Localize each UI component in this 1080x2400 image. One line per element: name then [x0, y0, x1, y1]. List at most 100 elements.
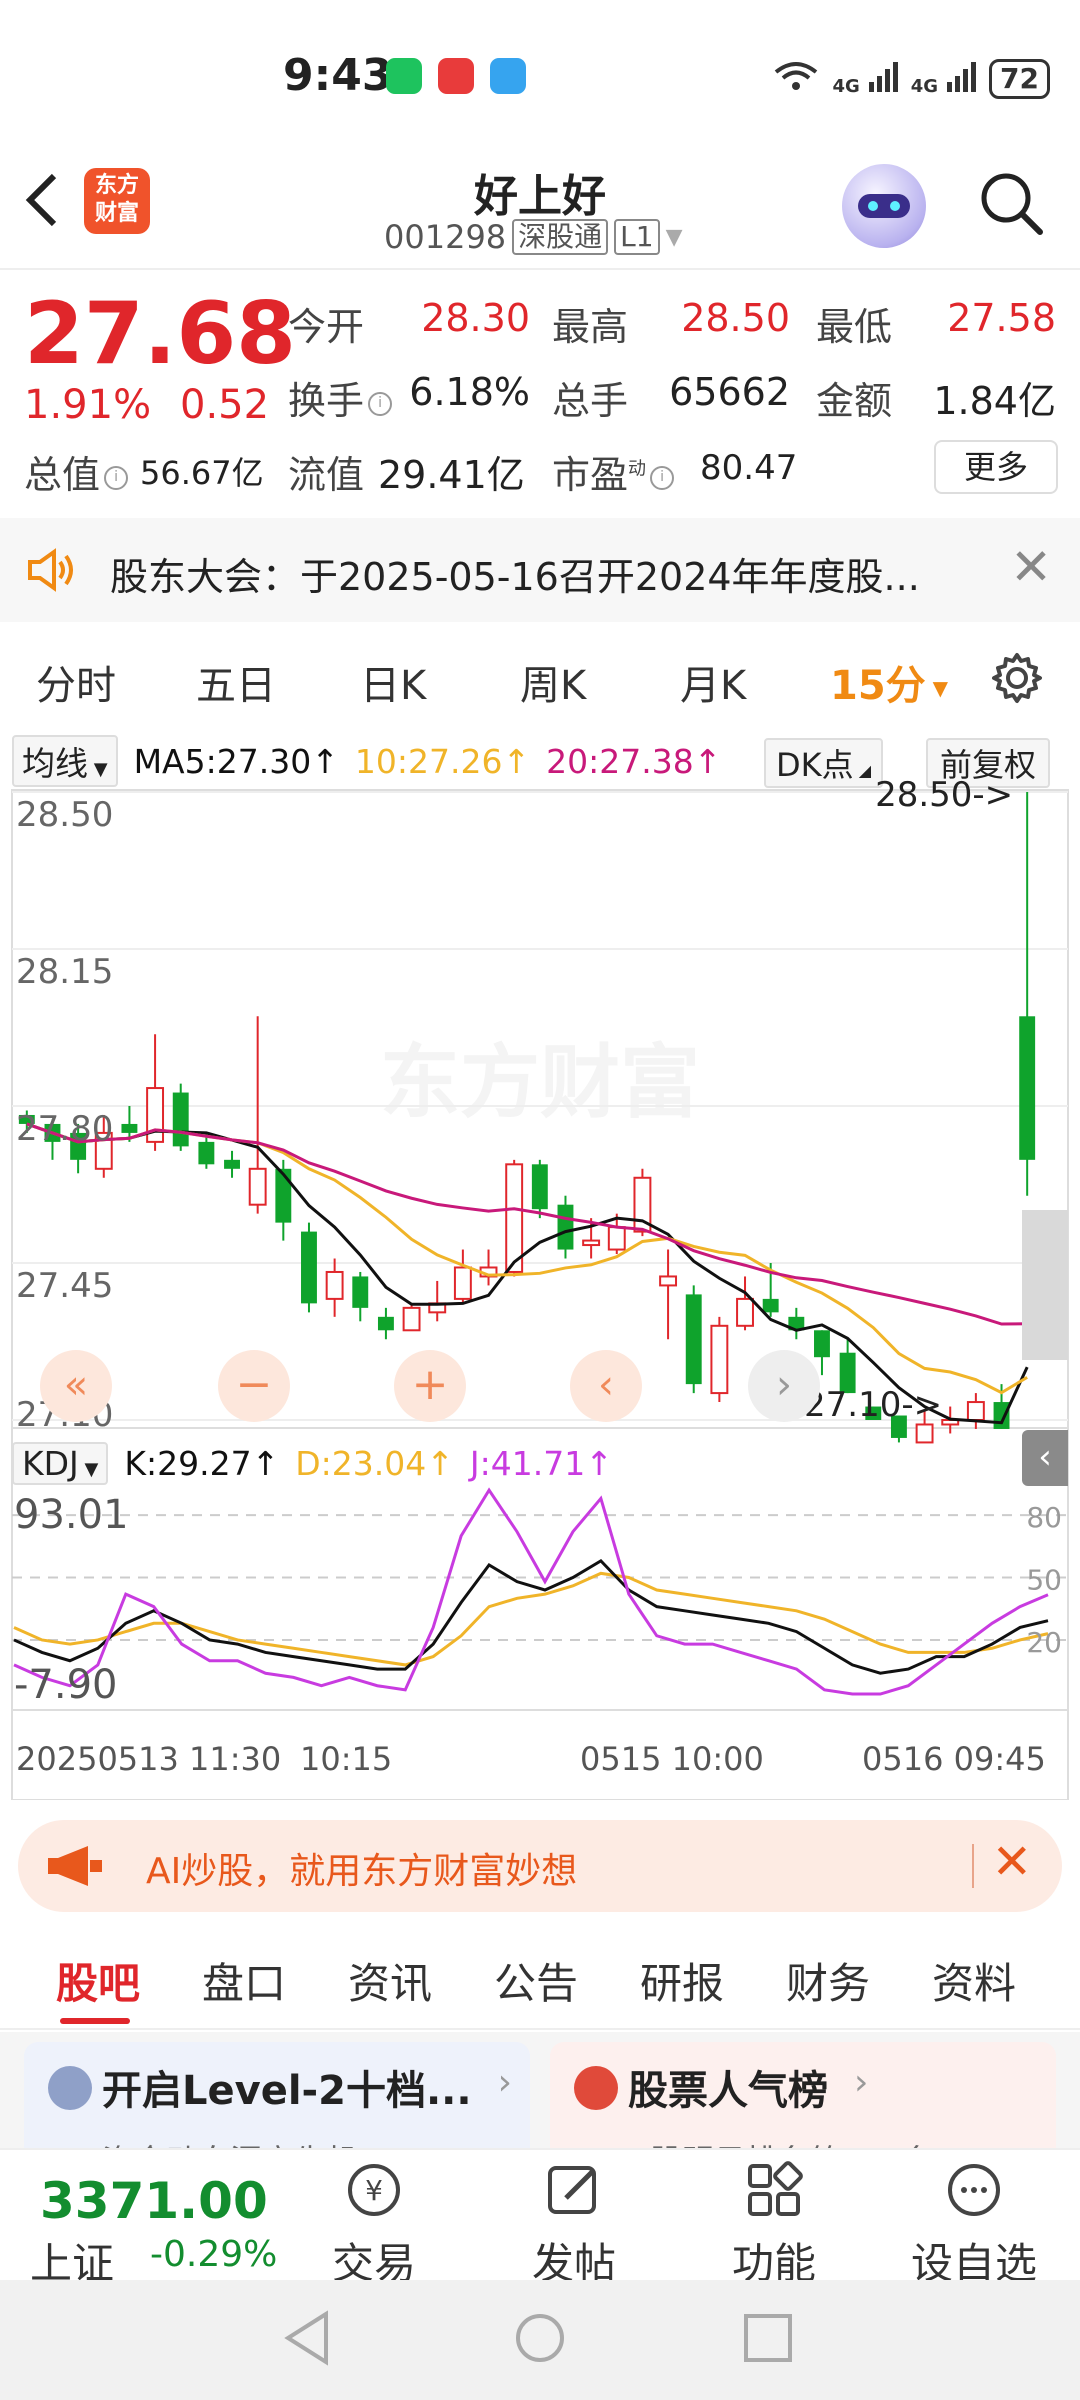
watermark: 东方财富 — [380, 1036, 700, 1129]
index-change: -0.29% — [150, 2234, 278, 2275]
gear-icon[interactable] — [990, 651, 1044, 705]
card-subtitle: 资金动向洞察先机 — [102, 2136, 358, 2148]
time-label-2: 10:15 — [300, 1740, 393, 1778]
wechat-icon — [386, 58, 422, 94]
volume-value: 65662 — [669, 370, 790, 414]
index-value[interactable]: 3371.00 — [40, 2172, 268, 2230]
chevron-down-icon: ▼ — [665, 224, 683, 250]
post-button[interactable]: 发帖 — [504, 2160, 644, 2291]
kdj-axis-label: 50 — [1026, 1564, 1062, 1597]
tab-financials[interactable]: 财务 — [786, 1950, 870, 2011]
kdj-selector[interactable]: KDJ ▼ — [12, 1441, 109, 1485]
notice-bar[interactable]: 股东大会：于2025-05-16召开2024年年度股... ✕ — [0, 518, 1080, 622]
high-label: 最高 — [552, 305, 629, 349]
candle-body — [736, 1297, 754, 1327]
ranking-icon — [574, 2066, 618, 2110]
time-label-1: 20250513 11:30 — [16, 1740, 282, 1778]
tab-intraday[interactable]: 分时 — [36, 653, 116, 711]
mktcap-value: 56.67亿 — [140, 454, 264, 492]
close-icon[interactable]: ✕ — [1010, 538, 1052, 596]
nav-back-icon[interactable] — [282, 2310, 332, 2366]
chevron-right-icon: › — [497, 2062, 512, 2103]
float-value: 29.41亿 — [378, 453, 525, 497]
card-subtitle: A股明日排名第159名 — [628, 2136, 935, 2148]
quote-panel: 27.68 1.91% 0.52 今开 28.30 最高 28.50 最低 27… — [0, 272, 1080, 516]
more-button[interactable]: 更多 — [934, 440, 1058, 494]
active-tab-underline — [60, 2018, 130, 2024]
sz-connect-tag: 深股通 — [512, 219, 609, 255]
mktcap-label[interactable]: 总值 i — [24, 444, 129, 499]
collapse-panel-button[interactable]: ‹ — [1022, 1430, 1068, 1486]
k-line — [13, 1558, 1049, 1675]
tab-pankou[interactable]: 盘口 — [202, 1950, 286, 2011]
candle-body — [301, 1231, 317, 1304]
change-amount: 0.52 — [180, 382, 270, 428]
low-value: 27.58 — [947, 296, 1056, 340]
chart-area: 均线 ▼ MA5:27.30↑ 10:27.26↑ 20:27.38↑ DK点 … — [0, 730, 1080, 1800]
price-axis-label: 28.15 — [16, 952, 113, 992]
banner-divider — [972, 1844, 974, 1888]
candle-body — [352, 1276, 369, 1308]
kdj-axis-label: 20 — [1026, 1626, 1062, 1659]
min-price-marker: 27.10-> — [804, 1385, 942, 1425]
more-dots-icon — [948, 2164, 1000, 2216]
ma10-line — [26, 1122, 1028, 1395]
candle-body — [172, 1092, 189, 1147]
ma20-line — [26, 1122, 1028, 1326]
candle-body — [531, 1164, 548, 1210]
amount-label: 金额 — [816, 379, 893, 423]
ai-robot-icon[interactable] — [842, 164, 926, 248]
scroll-right-button[interactable]: › — [748, 1350, 820, 1422]
tab-weekly-k[interactable]: 周K — [520, 653, 586, 711]
tab-news[interactable]: 资讯 — [348, 1950, 432, 2011]
nav-home-icon[interactable] — [512, 2310, 568, 2366]
add-watchlist-button[interactable]: 设自选 — [904, 2160, 1044, 2291]
card-title: 开启Level-2十档... — [102, 2068, 472, 2114]
stock-code: 001298 — [384, 218, 507, 256]
tab-profile[interactable]: 资料 — [932, 1950, 1016, 2011]
kline-chart[interactable]: 东方财富 28.5028.1527.8027.4527.1028.50->27.… — [0, 730, 1080, 1800]
popularity-card[interactable]: 股票人气榜 › A股明日排名第159名 — [550, 2042, 1056, 2148]
status-time: 9:43 — [283, 50, 393, 101]
sub-tabs: 股吧 盘口 资讯 公告 研报 财务 资料 — [0, 1930, 1080, 2030]
trade-button[interactable]: ¥ 交易 — [304, 2160, 444, 2291]
turnover-label[interactable]: 换手 i — [288, 370, 393, 425]
stock-code-row[interactable]: 001298 深股通 L1 ▼ — [384, 218, 683, 256]
tab-announcements[interactable]: 公告 — [494, 1950, 578, 2011]
mail-app-icon — [438, 58, 474, 94]
nav-recents-icon[interactable] — [742, 2312, 794, 2364]
close-icon[interactable]: ✕ — [992, 1834, 1032, 1890]
tab-guba[interactable]: 股吧 — [56, 1950, 140, 2011]
signal-1-icon: 4G — [832, 60, 898, 97]
level2-card[interactable]: 开启Level-2十档... › 资金动向洞察先机 — [24, 2042, 530, 2148]
scroll-left-fast-button[interactable]: « — [40, 1350, 112, 1422]
candle-body — [762, 1298, 779, 1313]
zoom-in-button[interactable]: + — [394, 1350, 466, 1422]
crosshair-handle[interactable] — [1022, 1210, 1068, 1360]
weather-icon — [490, 58, 526, 94]
status-bar: 9:43 4G 4G 72 — [0, 0, 1080, 150]
volume-label: 总手 — [552, 379, 629, 423]
card-title: 股票人气榜 — [628, 2068, 828, 2114]
pe-label[interactable]: 市盈动 i — [552, 444, 675, 499]
search-icon[interactable] — [978, 170, 1044, 236]
kdj-top-label: 93.01 — [14, 1492, 129, 1538]
candle-body — [607, 1226, 626, 1251]
tab-daily-k[interactable]: 日K — [360, 653, 426, 711]
card-icon — [48, 2066, 92, 2110]
features-button[interactable]: 功能 — [704, 2160, 844, 2291]
j-value: J:41.71↑ — [469, 1443, 613, 1483]
low-label: 最低 — [816, 305, 893, 349]
tab-monthly-k[interactable]: 月K — [680, 653, 746, 711]
zoom-out-button[interactable]: − — [218, 1350, 290, 1422]
tab-five-day[interactable]: 五日 — [196, 653, 276, 711]
tab-15min[interactable]: 15分 ▼ — [830, 653, 948, 711]
candle-body — [224, 1159, 240, 1169]
candle-body — [275, 1168, 292, 1223]
j-line — [13, 1487, 1049, 1696]
ai-banner[interactable]: AI炒股，就用东方财富妙想 ✕ — [18, 1820, 1062, 1912]
price-axis-label: 28.50 — [16, 795, 113, 835]
scroll-left-button[interactable]: ‹ — [570, 1350, 642, 1422]
level-tag: L1 — [614, 219, 660, 255]
tab-research[interactable]: 研报 — [640, 1950, 724, 2011]
